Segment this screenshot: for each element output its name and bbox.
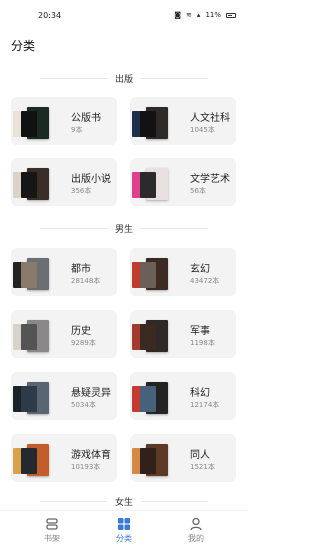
category-card-publish-2[interactable]: 出版小说 356本: [11, 158, 117, 206]
book-cover: [140, 262, 156, 288]
book-covers: [13, 380, 53, 416]
category-card-male-4[interactable]: 悬疑灵异 5034本: [11, 372, 117, 420]
category-count: 9289本: [71, 339, 96, 347]
status-icons: ◙ ≋ ▴ 11%: [174, 11, 236, 19]
book-cover: [140, 324, 156, 350]
category-name: 人文社科: [190, 113, 230, 124]
divider-line: [141, 77, 209, 79]
category-card-male-7[interactable]: 同人 1521本: [130, 434, 236, 482]
category-count: 9本: [71, 126, 83, 134]
nfc-icon: ◙: [174, 11, 182, 19]
wifi-icon: ≋: [186, 11, 192, 19]
book-cover: [140, 111, 156, 137]
category-count: 43472本: [190, 277, 220, 285]
book-covers: [132, 442, 172, 478]
battery-percent: 11%: [205, 11, 221, 19]
category-card-male-3[interactable]: 军事 1198本: [130, 310, 236, 358]
category-name: 科幻: [190, 388, 210, 399]
section-label: 男生: [115, 224, 134, 235]
category-count: 5034本: [71, 401, 96, 409]
section-label: 出版: [115, 74, 134, 85]
tab-label: 我的: [188, 534, 204, 543]
category-count: 356本: [71, 187, 92, 195]
category-card-male-5[interactable]: 科幻 12174本: [130, 372, 236, 420]
book-covers: [13, 442, 53, 478]
tab-bookshelf[interactable]: 书架: [27, 517, 77, 544]
book-cover: [21, 262, 37, 288]
category-name: 同人: [190, 450, 210, 461]
divider-line: [40, 77, 107, 79]
page-title: 分类: [11, 39, 36, 53]
book-covers: [13, 256, 53, 292]
book-cover: [140, 386, 156, 412]
category-name: 文学艺术: [190, 174, 230, 185]
category-name: 都市: [71, 264, 91, 275]
category-card-publish-1[interactable]: 人文社科 1045本: [130, 97, 236, 145]
battery-icon: [226, 12, 236, 18]
tab-label: 书架: [44, 534, 60, 543]
category-card-male-0[interactable]: 都市 28148本: [11, 248, 117, 296]
book-cover: [21, 386, 37, 412]
person-icon: [190, 517, 202, 531]
tab-profile[interactable]: 我的: [171, 517, 221, 544]
divider-line: [141, 227, 209, 229]
divider-line: [40, 500, 107, 502]
status-bar: 20:34 ◙ ≋ ▴ 11%: [0, 0, 248, 30]
bottom-tab-bar: 书架 分类 我的: [0, 510, 248, 550]
category-count: 1045本: [190, 126, 215, 134]
category-count: 10193本: [71, 463, 101, 471]
book-cover: [140, 448, 156, 474]
divider-line: [40, 227, 107, 229]
category-count: 12174本: [190, 401, 220, 409]
bookshelf-icon: [46, 518, 58, 530]
category-name: 悬疑灵异: [71, 388, 111, 399]
category-card-publish-0[interactable]: 公版书 9本: [11, 97, 117, 145]
book-covers: [13, 318, 53, 354]
section-header-publish: 出版: [40, 71, 209, 85]
category-name: 出版小说: [71, 174, 111, 185]
book-covers: [132, 380, 172, 416]
category-count: 1198本: [190, 339, 215, 347]
category-count: 56本: [190, 187, 206, 195]
section-header-male: 男生: [40, 221, 209, 235]
category-name: 公版书: [71, 113, 101, 124]
book-covers: [132, 256, 172, 292]
divider-line: [141, 500, 209, 502]
tab-category[interactable]: 分类: [99, 517, 149, 544]
category-name: 历史: [71, 326, 91, 337]
status-time: 20:34: [38, 10, 62, 20]
signal-icon: ▴: [196, 11, 201, 19]
book-cover: [21, 172, 37, 198]
book-cover: [140, 172, 156, 198]
book-covers: [13, 105, 53, 141]
grid-icon: [118, 518, 130, 530]
tab-label: 分类: [116, 534, 132, 543]
section-header-female: 女生: [40, 494, 209, 508]
book-cover: [21, 448, 37, 474]
category-name: 玄幻: [190, 264, 210, 275]
book-cover: [21, 324, 37, 350]
book-covers: [132, 166, 172, 202]
category-name: 军事: [190, 326, 210, 337]
category-name: 游戏体育: [71, 450, 111, 461]
category-card-publish-3[interactable]: 文学艺术 56本: [130, 158, 236, 206]
book-covers: [132, 318, 172, 354]
category-count: 1521本: [190, 463, 215, 471]
book-cover: [21, 111, 37, 137]
section-label: 女生: [115, 497, 134, 508]
category-card-male-1[interactable]: 玄幻 43472本: [130, 248, 236, 296]
book-covers: [132, 105, 172, 141]
category-card-male-6[interactable]: 游戏体育 10193本: [11, 434, 117, 482]
category-count: 28148本: [71, 277, 101, 285]
category-card-male-2[interactable]: 历史 9289本: [11, 310, 117, 358]
book-covers: [13, 166, 53, 202]
